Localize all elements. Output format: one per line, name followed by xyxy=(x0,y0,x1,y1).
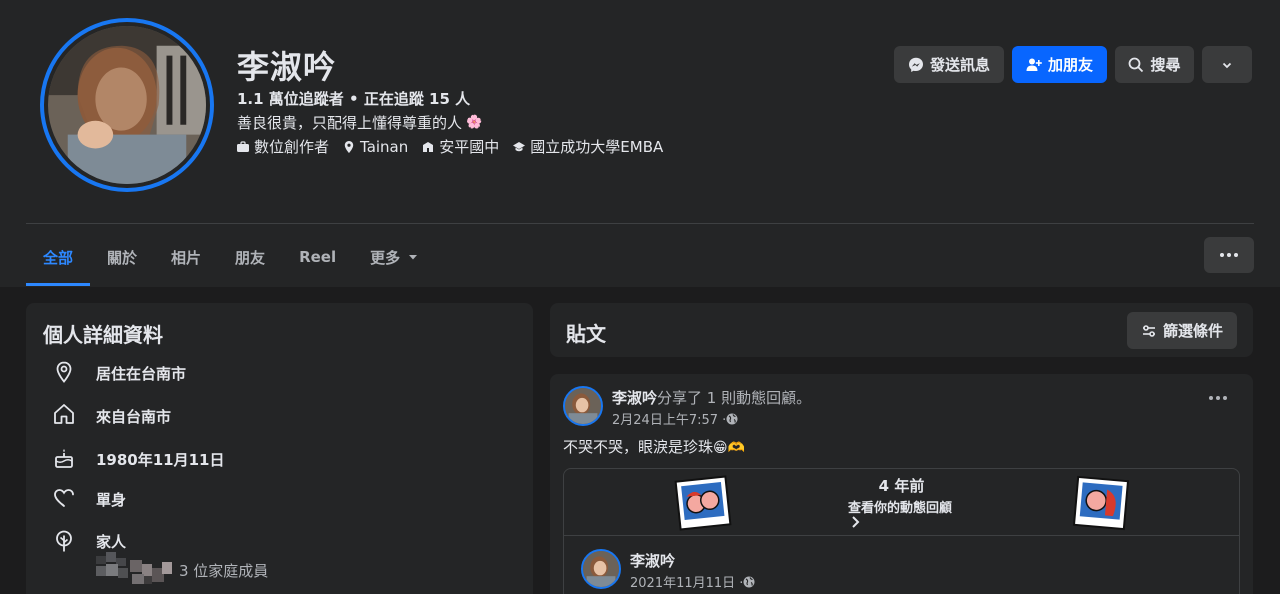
home-icon xyxy=(54,404,74,424)
tab-all[interactable]: 全部 xyxy=(26,228,91,286)
send-message-button[interactable]: 發送訊息 xyxy=(894,46,1004,83)
profile-avatar[interactable] xyxy=(40,18,214,192)
family-avatars-blurred[interactable] xyxy=(96,552,174,584)
filter-button[interactable]: 篩選條件 xyxy=(1127,312,1237,349)
post-author-avatar[interactable] xyxy=(563,386,603,426)
filter-sliders-icon xyxy=(1142,324,1155,337)
globe-icon xyxy=(743,576,755,587)
intro-title: 個人詳細資料 xyxy=(43,323,163,347)
posts-header-card: 貼文 篩選條件 xyxy=(550,303,1253,357)
location-pin-icon xyxy=(56,361,72,383)
profile-tabs: 全部 關於 相片 朋友 Reel 更多 xyxy=(26,228,435,286)
inner-post-meta: 2021年11月11日 · xyxy=(630,572,755,591)
meta-location[interactable]: Tainan xyxy=(343,136,408,157)
post-options-button[interactable] xyxy=(1209,396,1227,400)
inner-post-date[interactable]: 2021年11月11日 · xyxy=(630,572,743,591)
school-icon xyxy=(423,141,434,152)
heart-icon xyxy=(54,489,74,507)
post-card: 李淑吟分享了 1 則動態回顧。 2月24日上午7:57 · 不哭不哭，眼淚是珍珠… xyxy=(550,374,1253,594)
posts-title: 貼文 xyxy=(566,322,606,346)
more-options-dropdown[interactable] xyxy=(1202,46,1252,83)
graduation-cap-icon xyxy=(513,141,526,151)
profile-meta: 數位創作者 Tainan 安平國中 國立成功大學EMBA xyxy=(237,136,663,157)
info-relationship-text: 單身 xyxy=(96,491,127,509)
inner-post-avatar[interactable] xyxy=(581,549,621,589)
post-text: 不哭不哭，眼淚是珍珠😁🫶 xyxy=(563,438,746,456)
info-birthday xyxy=(52,446,76,470)
tab-reels[interactable]: Reel xyxy=(282,228,353,286)
memory-banner[interactable]: 4 年前 查看你的動態回顧 xyxy=(564,469,1239,536)
avatar-photo xyxy=(48,26,206,184)
header-divider xyxy=(26,223,1254,224)
info-hometown-text: 來自台南市 xyxy=(96,408,172,426)
add-friend-icon xyxy=(1026,58,1042,71)
tab-about[interactable]: 關於 xyxy=(90,228,154,286)
search-icon xyxy=(1129,57,1144,72)
meta-university[interactable]: 國立成功大學EMBA xyxy=(513,136,663,157)
chevron-down-icon xyxy=(1222,62,1232,68)
intro-card: 個人詳細資料 居住在台南市 來自台南市 1980年11月11日 單身 家人 3 … xyxy=(26,303,533,594)
add-friend-button[interactable]: 加朋友 xyxy=(1012,46,1107,83)
post-author-name[interactable]: 李淑吟 xyxy=(612,389,657,407)
inner-post-author[interactable]: 李淑吟 xyxy=(630,550,675,571)
info-birthday-text: 1980年11月11日 xyxy=(96,451,225,469)
memory-sticker-right xyxy=(1072,475,1130,531)
meta-job: 數位創作者 xyxy=(237,136,329,157)
bio-text: 善良很貴，只配得上懂得尊重的人 xyxy=(237,114,463,132)
ellipsis-icon xyxy=(1209,396,1227,400)
post-timestamp[interactable]: 2月24日上午7:57 · xyxy=(612,409,726,428)
follower-count[interactable]: 1.1 萬位追蹤者 • 正在追蹤 15 人 xyxy=(237,88,470,109)
messenger-icon xyxy=(908,57,923,72)
meta-school[interactable]: 安平國中 xyxy=(422,136,499,157)
info-current-city-text: 居住在台南市 xyxy=(96,365,187,383)
info-family-text: 家人 xyxy=(96,533,127,551)
tab-more[interactable]: 更多 xyxy=(353,228,435,286)
post-header-line: 李淑吟分享了 1 則動態回顧。 xyxy=(612,387,811,408)
family-tree-icon xyxy=(56,530,72,552)
profile-more-button[interactable] xyxy=(1204,237,1254,273)
info-relationship xyxy=(52,486,76,510)
birthday-cake-icon xyxy=(55,449,73,468)
memory-attachment[interactable]: 4 年前 查看你的動態回顧 李淑吟 2021年11月11日 · xyxy=(563,468,1240,594)
tab-photos[interactable]: 相片 xyxy=(154,228,218,286)
flower-emoji: 🌸 xyxy=(466,115,483,130)
info-current-city xyxy=(52,360,76,384)
post-action-text: 分享了 1 則動態回顧。 xyxy=(657,389,812,407)
post-emoji: 😁🫶 xyxy=(713,440,746,456)
tab-friends[interactable]: 朋友 xyxy=(218,228,282,286)
briefcase-icon xyxy=(237,140,249,152)
profile-header: 李淑吟 1.1 萬位追蹤者 • 正在追蹤 15 人 善良很貴，只配得上懂得尊重的… xyxy=(0,0,1280,287)
info-hometown xyxy=(52,402,76,426)
family-count[interactable]: 3 位家庭成員 xyxy=(179,560,268,581)
globe-icon xyxy=(726,413,738,424)
chevron-right-icon xyxy=(852,516,860,528)
post-meta: 2月24日上午7:57 · xyxy=(612,409,738,428)
caret-down-icon xyxy=(409,255,418,260)
ellipsis-icon xyxy=(1220,253,1238,257)
info-family xyxy=(52,529,76,553)
profile-bio: 善良很貴，只配得上懂得尊重的人 🌸 xyxy=(237,112,482,133)
search-button[interactable]: 搜尋 xyxy=(1115,46,1194,83)
memory-label: 查看你的動態回顧 xyxy=(848,501,953,516)
memory-years: 4 年前 xyxy=(878,477,925,495)
location-pin-icon xyxy=(344,140,354,153)
profile-name: 李淑吟 xyxy=(237,48,337,86)
